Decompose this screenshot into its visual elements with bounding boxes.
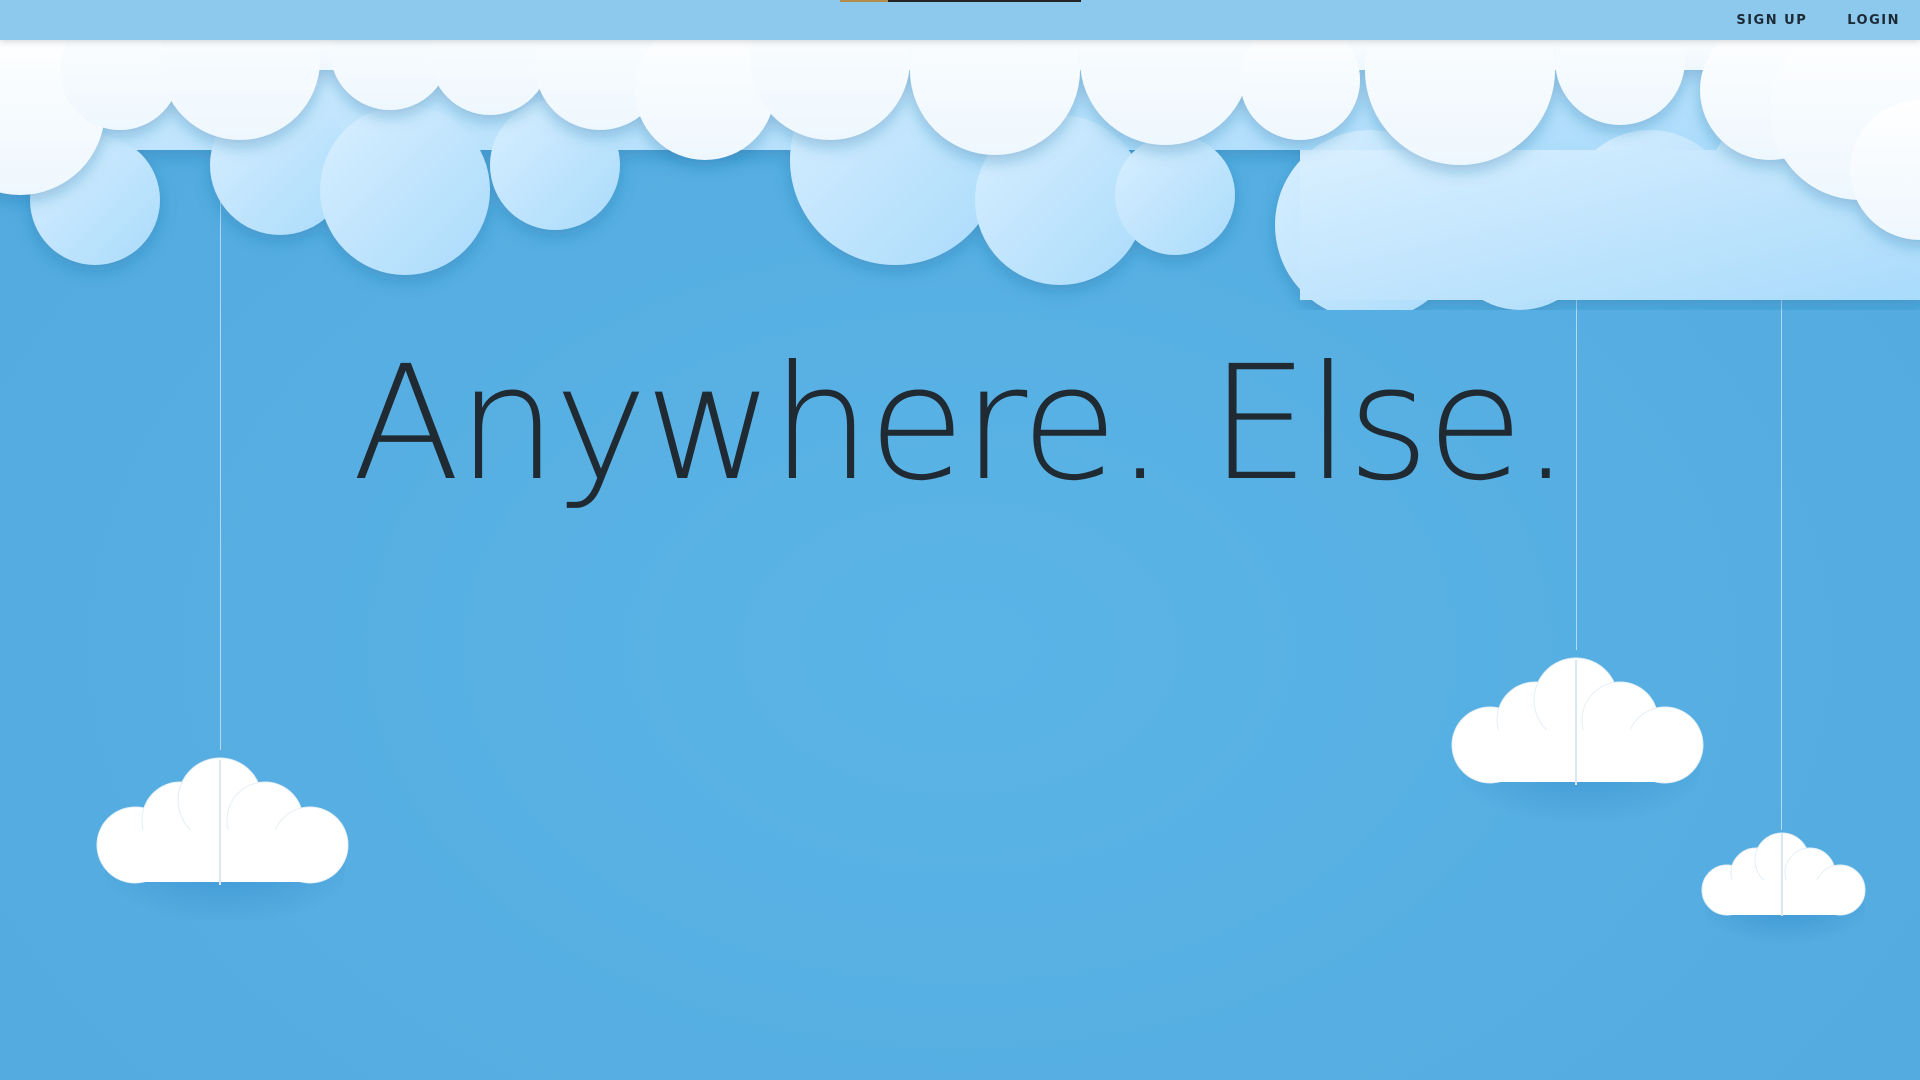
- cloud-banner: [0, 0, 1920, 310]
- cloud-string: [1576, 270, 1577, 650]
- logo-strip: [840, 0, 1081, 2]
- hanging-cloud-right: [1450, 270, 1710, 870]
- cloud-icon: [96, 757, 349, 920]
- top-bar: SIGN UP LOGIN: [0, 0, 1920, 40]
- hanging-cloud-small: [1700, 270, 1870, 970]
- cloud-icon: [1701, 832, 1866, 950]
- cloud-icon: [1451, 657, 1704, 820]
- top-nav: SIGN UP LOGIN: [1736, 0, 1900, 40]
- cloud-string: [1781, 270, 1782, 830]
- page: SIGN UP LOGIN Anywhere. Else.: [0, 0, 1920, 1080]
- sign-up-link[interactable]: SIGN UP: [1736, 13, 1807, 28]
- login-link[interactable]: LOGIN: [1847, 13, 1900, 28]
